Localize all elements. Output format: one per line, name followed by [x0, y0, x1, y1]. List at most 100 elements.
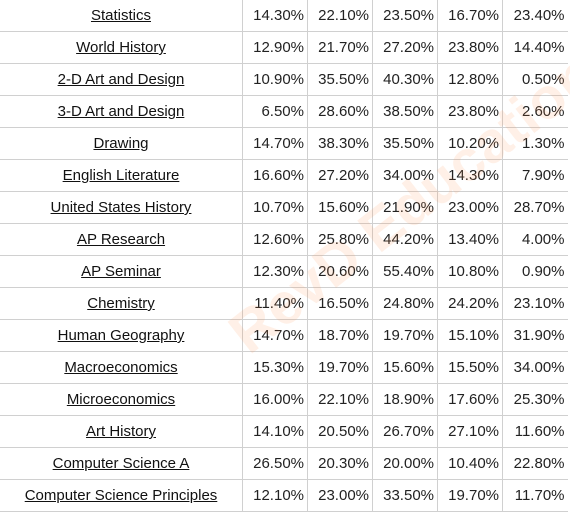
subject-cell: United States History [0, 191, 243, 224]
table-row: 2-D Art and Design 10.90% 35.50% 40.30% 12.8… [0, 63, 568, 96]
table-row: Computer Science A 26.50% 20.30% 20.00% 10.4… [0, 447, 568, 480]
subject-link[interactable]: AP Seminar [81, 263, 161, 280]
percentage-cell: 14.40% [502, 31, 568, 64]
percentage-cell: 12.10% [242, 479, 308, 512]
subject-link[interactable]: Drawing [93, 135, 148, 152]
percentage-cell: 19.70% [307, 351, 373, 384]
percentage-cell: 10.40% [437, 447, 503, 480]
percentage-cell: 11.70% [502, 479, 568, 512]
table-row: AP Seminar 12.30% 20.60% 55.40% 10.80% 0.90% [0, 255, 568, 288]
percentage-cell: 14.30% [242, 0, 308, 32]
percentage-cell: 40.30% [372, 63, 438, 96]
percentage-cell: 12.90% [242, 31, 308, 64]
percentage-cell: 33.50% [372, 479, 438, 512]
table-row: Statistics 14.30% 22.10% 23.50% 16.70% 23.40% [0, 0, 568, 32]
percentage-cell: 35.50% [307, 63, 373, 96]
subject-cell: Microeconomics [0, 383, 243, 416]
table-row: Chemistry 11.40% 16.50% 24.80% 24.20% 23.10% [0, 287, 568, 320]
percentage-cell: 34.00% [502, 351, 568, 384]
subject-cell: Macroeconomics [0, 351, 243, 384]
subject-cell: Chemistry [0, 287, 243, 320]
subject-link[interactable]: Art History [86, 423, 156, 440]
subject-link[interactable]: AP Research [77, 231, 165, 248]
percentage-cell: 7.90% [502, 159, 568, 192]
percentage-cell: 4.00% [502, 223, 568, 256]
table-row: Drawing 14.70% 38.30% 35.50% 10.20% 1.30% [0, 127, 568, 160]
percentage-cell: 16.70% [437, 0, 503, 32]
percentage-cell: 22.80% [502, 447, 568, 480]
subject-cell: 3-D Art and Design [0, 95, 243, 128]
percentage-cell: 38.50% [372, 95, 438, 128]
percentage-cell: 10.70% [242, 191, 308, 224]
subject-cell: 2-D Art and Design [0, 63, 243, 96]
percentage-cell: 23.00% [437, 191, 503, 224]
percentage-cell: 12.60% [242, 223, 308, 256]
subject-link[interactable]: Microeconomics [67, 391, 175, 408]
percentage-cell: 11.60% [502, 415, 568, 448]
percentage-cell: 1.30% [502, 127, 568, 160]
percentage-cell: 10.20% [437, 127, 503, 160]
subject-cell: Human Geography [0, 319, 243, 352]
score-distribution-table: Statistics 14.30% 22.10% 23.50% 16.70% 23.40%… [0, 0, 568, 512]
percentage-cell: 31.90% [502, 319, 568, 352]
subject-cell: Computer Science A [0, 447, 243, 480]
percentage-cell: 24.20% [437, 287, 503, 320]
percentage-cell: 6.50% [242, 95, 308, 128]
percentage-cell: 2.60% [502, 95, 568, 128]
percentage-cell: 18.90% [372, 383, 438, 416]
percentage-cell: 15.10% [437, 319, 503, 352]
subject-cell: World History [0, 31, 243, 64]
percentage-cell: 26.50% [242, 447, 308, 480]
table-row: Art History 14.10% 20.50% 26.70% 27.10% 11.60… [0, 415, 568, 448]
percentage-cell: 20.30% [307, 447, 373, 480]
subject-cell: Statistics [0, 0, 243, 32]
percentage-cell: 23.80% [437, 31, 503, 64]
subject-cell: Drawing [0, 127, 243, 160]
table-row: World History 12.90% 21.70% 27.20% 23.80% 14.… [0, 31, 568, 64]
subject-link[interactable]: Chemistry [87, 295, 155, 312]
table-row: Macroeconomics 15.30% 19.70% 15.60% 15.50% 34… [0, 351, 568, 384]
percentage-cell: 15.60% [307, 191, 373, 224]
percentage-cell: 26.70% [372, 415, 438, 448]
percentage-cell: 28.60% [307, 95, 373, 128]
table-body: Statistics 14.30% 22.10% 23.50% 16.70% 23.40%… [0, 0, 568, 512]
percentage-cell: 19.70% [372, 319, 438, 352]
subject-cell: AP Research [0, 223, 243, 256]
percentage-cell: 25.80% [307, 223, 373, 256]
percentage-cell: 20.50% [307, 415, 373, 448]
percentage-cell: 21.90% [372, 191, 438, 224]
subject-link[interactable]: Macroeconomics [64, 359, 177, 376]
percentage-cell: 10.80% [437, 255, 503, 288]
percentage-cell: 44.20% [372, 223, 438, 256]
percentage-cell: 0.50% [502, 63, 568, 96]
subject-link[interactable]: Statistics [91, 7, 151, 24]
percentage-cell: 15.60% [372, 351, 438, 384]
percentage-cell: 24.80% [372, 287, 438, 320]
percentage-cell: 12.80% [437, 63, 503, 96]
percentage-cell: 11.40% [242, 287, 308, 320]
subject-link[interactable]: Human Geography [58, 327, 185, 344]
percentage-cell: 19.70% [437, 479, 503, 512]
percentage-cell: 25.30% [502, 383, 568, 416]
subject-link[interactable]: United States History [51, 199, 192, 216]
percentage-cell: 27.20% [372, 31, 438, 64]
percentage-cell: 14.10% [242, 415, 308, 448]
percentage-cell: 0.90% [502, 255, 568, 288]
subject-link[interactable]: World History [76, 39, 166, 56]
percentage-cell: 15.30% [242, 351, 308, 384]
subject-link[interactable]: Computer Science A [53, 455, 190, 472]
table-row: Computer Science Principles 12.10% 23.00% 3… [0, 479, 568, 512]
subject-link[interactable]: 3-D Art and Design [58, 103, 185, 120]
subject-link[interactable]: Computer Science Principles [25, 487, 218, 504]
percentage-cell: 38.30% [307, 127, 373, 160]
table-row: Microeconomics 16.00% 22.10% 18.90% 17.60% 25… [0, 383, 568, 416]
percentage-cell: 27.20% [307, 159, 373, 192]
subject-cell: Art History [0, 415, 243, 448]
subject-link[interactable]: English Literature [63, 167, 180, 184]
table-row: United States History 10.70% 15.60% 21.90% 2… [0, 191, 568, 224]
percentage-cell: 22.10% [307, 383, 373, 416]
percentage-cell: 23.00% [307, 479, 373, 512]
percentage-cell: 22.10% [307, 0, 373, 32]
subject-link[interactable]: 2-D Art and Design [58, 71, 185, 88]
subject-cell: AP Seminar [0, 255, 243, 288]
